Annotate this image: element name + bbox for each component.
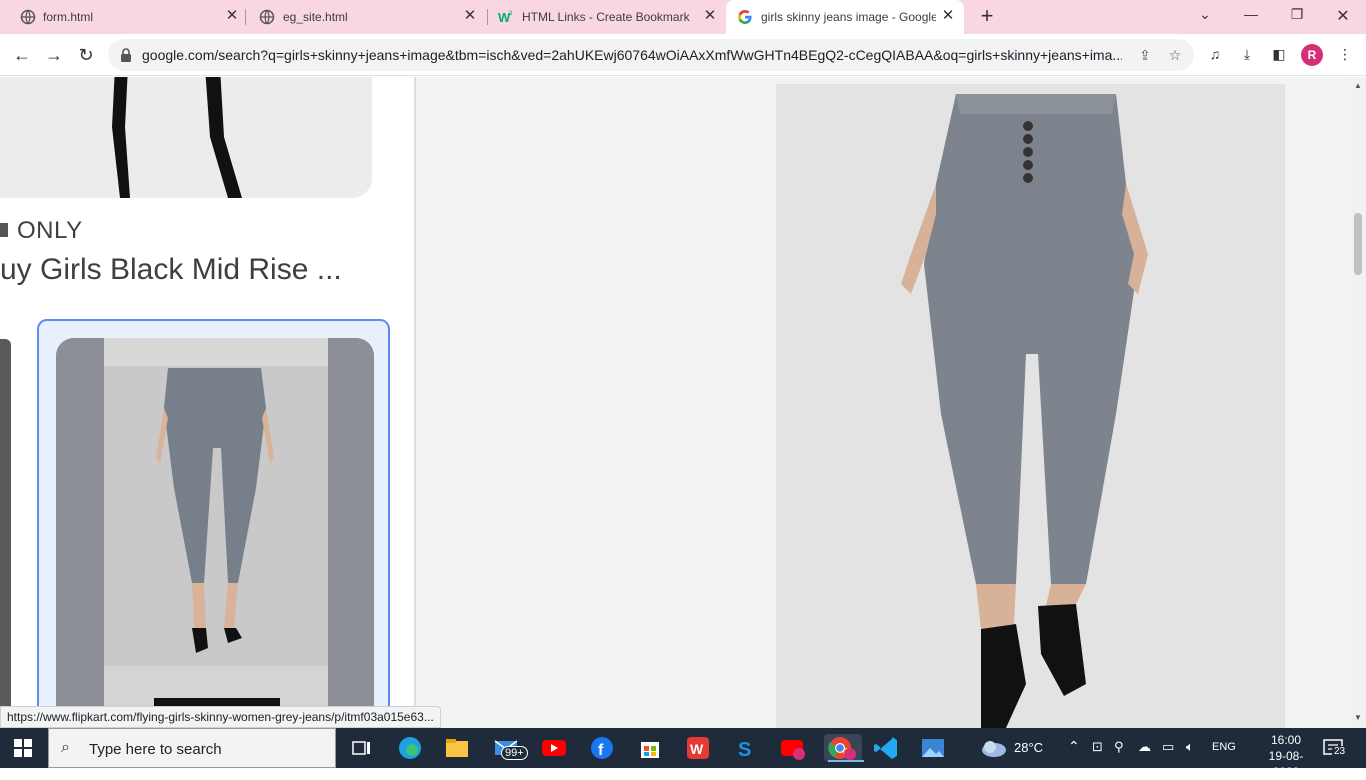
tab-eg-site[interactable]: eg_site.html ✕	[246, 0, 487, 34]
share-icon[interactable]: ⇪	[1136, 47, 1154, 65]
language-indicator[interactable]: ENG	[1212, 741, 1236, 753]
clock-date: 19-08-2023	[1268, 749, 1304, 779]
forward-button[interactable]: →	[43, 44, 65, 66]
camera-icon[interactable]: ⊡	[1092, 739, 1103, 755]
weather-temp[interactable]: 28°C	[1014, 740, 1043, 755]
close-icon[interactable]: ✕	[224, 8, 240, 24]
tab-title: girls skinny jeans image - Google	[761, 10, 936, 24]
tab-strip: form.html ✕ eg_site.html ✕ W3 HTML Links…	[0, 0, 1366, 34]
tab-title: form.html	[43, 10, 94, 24]
onedrive-cloud-icon[interactable]: ☁	[1138, 739, 1151, 755]
system-tray: 28°C ⌃ ⊡ ⚲ ☁ ▭ 🔈︎ ENG	[980, 728, 1260, 768]
scroll-down-arrow-icon[interactable]: ▼	[1353, 713, 1363, 722]
globe-icon	[20, 9, 36, 25]
address-bar[interactable]: google.com/search?q=girls+skinny+jeans+i…	[108, 39, 1194, 71]
tab-title: eg_site.html	[283, 10, 348, 24]
mail-badge: 99+	[501, 746, 528, 760]
link-status-bar: https://www.flipkart.com/flying-girls-sk…	[0, 706, 441, 728]
tab-search-icon[interactable]: ⌄	[1195, 6, 1215, 26]
scroll-thumb[interactable]	[1354, 213, 1362, 275]
tab-title: HTML Links - Create Bookmark	[522, 10, 690, 24]
active-app-indicator	[828, 760, 864, 762]
page-content: ONLY uy Girls Black Mid Rise ... ▲ ▼	[0, 77, 1366, 728]
notification-center-icon[interactable]: 23	[1322, 738, 1348, 758]
reload-button[interactable]: ↻	[75, 44, 97, 66]
selected-result-card[interactable]	[37, 319, 390, 728]
maximize-button[interactable]: ❐	[1287, 6, 1307, 26]
black-jeans-image	[0, 77, 372, 198]
battery-icon[interactable]: ▭	[1162, 739, 1174, 755]
grey-jeans-thumbnail[interactable]	[56, 338, 374, 728]
url-text: google.com/search?q=girls+skinny+jeans+i…	[142, 47, 1122, 63]
vscode-icon[interactable]	[872, 734, 900, 762]
wps-office-icon[interactable]: W	[684, 734, 712, 762]
menu-icon[interactable]: ⋮	[1336, 46, 1354, 64]
page-scrollbar[interactable]: ▲ ▼	[1350, 77, 1366, 728]
close-window-button[interactable]: ✕	[1333, 6, 1353, 26]
windows-taskbar: ⌕ Type here to search 99+ f W S 28°C ⌃ ⊡…	[0, 728, 1366, 779]
notification-count: 23	[1332, 746, 1348, 757]
new-tab-button[interactable]: +	[977, 5, 997, 27]
close-icon[interactable]: ✕	[462, 8, 478, 24]
result-title[interactable]: uy Girls Black Mid Rise ...	[0, 253, 342, 287]
volume-icon[interactable]: 🔈︎	[1186, 739, 1194, 755]
result-thumbnail-black-jeans[interactable]	[0, 77, 372, 198]
result-source: ONLY	[17, 217, 83, 244]
facebook-icon[interactable]: f	[588, 734, 616, 762]
svg-text:W: W	[690, 741, 704, 757]
windows-start-icon[interactable]	[14, 739, 32, 757]
side-panel-icon[interactable]: ◧	[1270, 46, 1288, 64]
microsoft-store-icon[interactable]	[636, 734, 664, 762]
clock[interactable]: 16:00 19-08-2023	[1258, 732, 1314, 780]
chevron-up-icon[interactable]: ⌃	[1068, 738, 1080, 755]
profile-avatar[interactable]: R	[1301, 44, 1323, 66]
search-placeholder: Type here to search	[89, 741, 222, 758]
close-icon[interactable]: ✕	[940, 8, 956, 24]
back-button[interactable]: ←	[11, 44, 33, 66]
svg-text:3: 3	[509, 11, 513, 17]
grey-jeans-thumbnail-image	[56, 338, 374, 728]
photos-icon[interactable]	[919, 734, 947, 762]
grey-skinny-jeans-photo	[776, 84, 1285, 728]
skype-icon[interactable]: S	[731, 734, 759, 762]
results-column: ONLY uy Girls Black Mid Rise ...	[0, 77, 414, 728]
clock-time: 16:00	[1270, 733, 1302, 747]
minimize-button[interactable]: —	[1241, 6, 1261, 26]
tab-google-images[interactable]: girls skinny jeans image - Google ✕	[726, 0, 964, 34]
search-icon: ⌕	[61, 739, 70, 756]
browser-toolbar: ← → ↻ google.com/search?q=girls+skinny+j…	[0, 34, 1366, 76]
edge-icon[interactable]	[396, 734, 424, 762]
globe-icon	[259, 9, 275, 25]
source-favicon	[0, 223, 8, 237]
task-view-icon[interactable]	[348, 734, 376, 762]
tab-html-links[interactable]: W3 HTML Links - Create Bookmark ✕	[488, 0, 726, 34]
youtube-profile-icon[interactable]	[779, 734, 807, 762]
media-control-icon[interactable]: ♫	[1206, 46, 1224, 64]
file-explorer-icon[interactable]	[443, 734, 471, 762]
result-thumbnail-partial[interactable]	[0, 339, 11, 728]
close-icon[interactable]: ✕	[702, 8, 718, 24]
svg-text:S: S	[738, 739, 751, 761]
download-icon[interactable]: ⤓	[1238, 46, 1256, 64]
cloudy-weather-icon[interactable]	[980, 738, 1008, 758]
network-icon[interactable]: ⚲	[1114, 739, 1124, 755]
bookmark-star-icon[interactable]: ☆	[1166, 47, 1184, 65]
chrome-icon[interactable]	[824, 734, 864, 762]
taskbar-search[interactable]: ⌕ Type here to search	[48, 728, 336, 768]
image-preview-panel	[416, 77, 1350, 728]
preview-image[interactable]	[776, 84, 1285, 728]
w3schools-icon: W3	[498, 10, 513, 25]
youtube-icon[interactable]	[540, 734, 568, 762]
svg-text:f: f	[598, 742, 604, 759]
scroll-up-arrow-icon[interactable]: ▲	[1353, 81, 1363, 90]
lock-icon	[121, 48, 131, 62]
tab-form[interactable]: form.html ✕	[0, 0, 245, 34]
google-icon	[738, 10, 752, 24]
